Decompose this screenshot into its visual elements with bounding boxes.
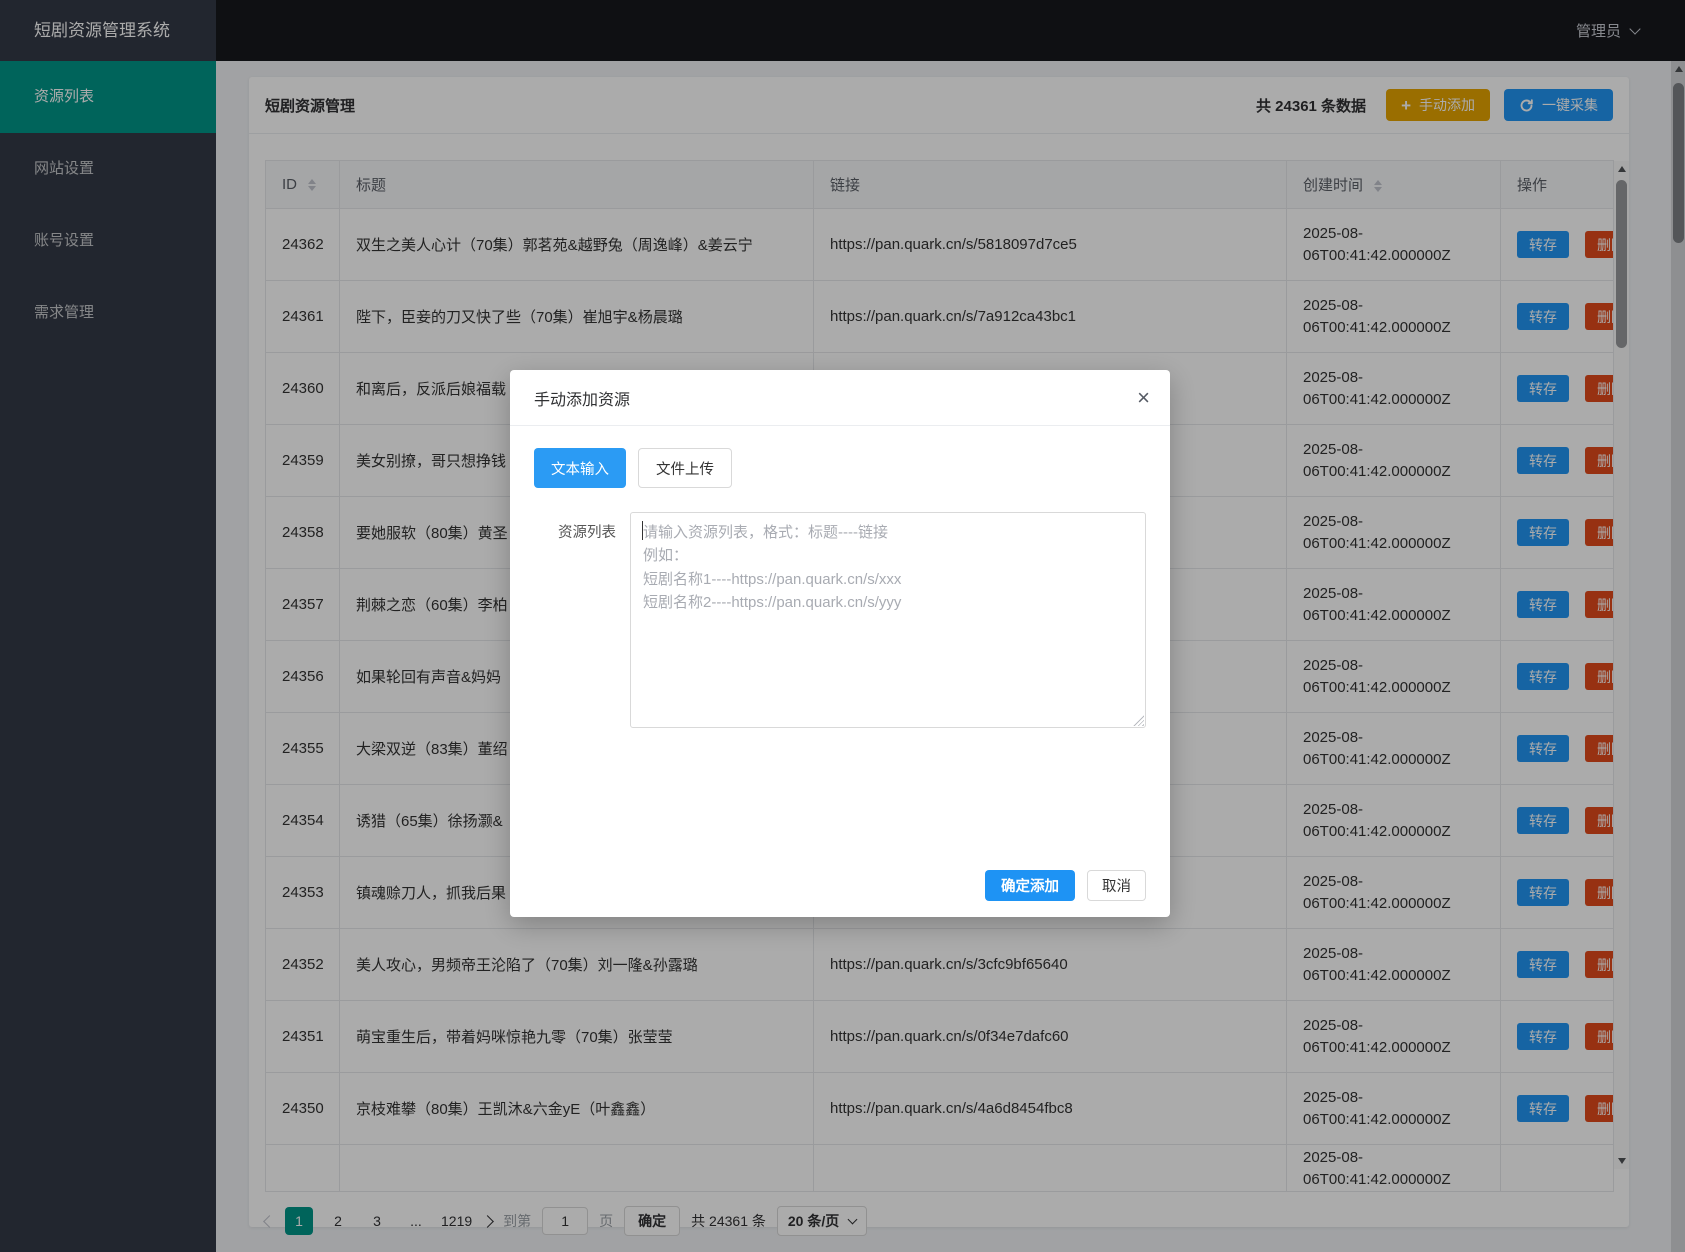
tab-text-input[interactable]: 文本输入 xyxy=(534,448,626,488)
confirm-add-button[interactable]: 确定添加 xyxy=(985,870,1075,901)
modal-title: 手动添加资源 xyxy=(534,386,630,410)
modal-header: 手动添加资源 × xyxy=(510,370,1170,426)
resource-list-textarea[interactable] xyxy=(630,512,1146,728)
tab-file-upload[interactable]: 文件上传 xyxy=(638,448,732,488)
modal-footer: 确定添加 取消 xyxy=(985,870,1146,901)
modal-body: 文本输入 文件上传 资源列表 xyxy=(510,426,1170,750)
manual-add-modal: 手动添加资源 × 文本输入 文件上传 资源列表 确定添加 取消 xyxy=(510,370,1170,917)
textarea-wrap xyxy=(630,512,1146,728)
modal-tabs: 文本输入 文件上传 xyxy=(534,448,1146,488)
resource-list-field: 资源列表 xyxy=(534,512,1146,728)
resource-list-label: 资源列表 xyxy=(534,512,630,728)
close-icon[interactable]: × xyxy=(1137,387,1150,409)
text-caret xyxy=(642,521,643,540)
cancel-button[interactable]: 取消 xyxy=(1087,870,1146,901)
